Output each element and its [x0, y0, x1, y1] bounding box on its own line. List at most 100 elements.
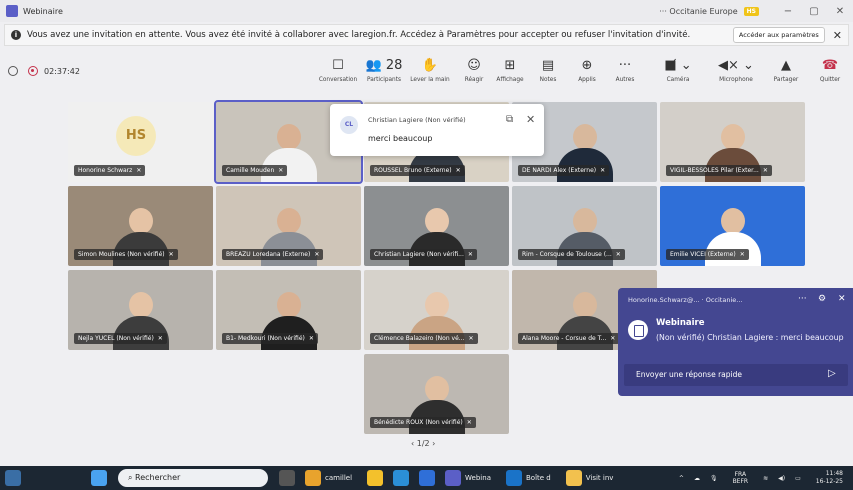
participants-button[interactable]: 👥 28 Participants [362, 58, 406, 83]
chat-message: merci beaucoup [368, 134, 433, 143]
mic-muted-icon: ✕ [739, 251, 745, 258]
mic-muted-icon: ✕ [278, 167, 284, 174]
close-icon[interactable]: ✕ [838, 294, 846, 304]
participant-tile[interactable]: Clémence Balazeiro (Non vé... ✕ [364, 270, 509, 350]
cloud-icon[interactable]: ☁ [694, 475, 700, 482]
mic-muted-icon: ✕ [615, 251, 621, 258]
notes-button[interactable]: ▤ Notes [526, 58, 570, 83]
participant-tile[interactable]: Christian Lagiere (Non vérifi... ✕ [364, 186, 509, 266]
participant-head [720, 124, 745, 150]
participant-name: Nejla YUCEL (Non vérifié) ✕ [74, 333, 167, 344]
participant-avatar: HS [116, 116, 156, 156]
clock[interactable]: 11:48 16-12-25 [811, 470, 848, 486]
mic-muted-icon: ✕ [762, 167, 768, 174]
participant-name: Rim - Corsque de Toulouse (... ✕ [518, 249, 625, 260]
camera-button[interactable]: ■̸ ⌄ Caméra [656, 58, 700, 83]
participant-tile[interactable]: VIGIL-BESSOLES Pilar (Exter... ✕ [660, 102, 805, 182]
participant-tile[interactable]: BREAZU Loredana (Externe) ✕ [216, 186, 361, 266]
participant-head [128, 292, 153, 318]
windows-toast-notification[interactable]: Honorine.Schwarz@... · Occitanie... ··· … [618, 288, 853, 396]
gallery-pager[interactable]: ‹ 1/2 › [411, 439, 435, 448]
participant-head [276, 124, 301, 150]
participant-tile[interactable]: Bénédicte ROUX (Non vérifié) ✕ [364, 354, 509, 434]
meeting-toolbar: 02:37:42 ☐ Conversation 👥 28 Participants … [0, 52, 853, 96]
pop-out-icon[interactable]: ⧉ [506, 114, 513, 125]
banner-close-icon[interactable]: ✕ [833, 29, 842, 42]
quick-reply-input[interactable]: Envoyer une réponse rapide [624, 364, 848, 386]
teams-window: Webinaire ··· Occitanie Europe HS − ▢ ✕ … [0, 0, 853, 466]
participant-name: Christian Lagiere (Non vérifi... ✕ [370, 249, 477, 260]
microphone-button[interactable]: ◀× ⌄ Microphone [714, 58, 758, 83]
participant-tile[interactable]: Simon Moulines (Non vérifié) ✕ [68, 186, 213, 266]
close-window-button[interactable]: ✕ [827, 6, 853, 17]
profile-avatar[interactable]: HS [743, 6, 759, 16]
meeting-info-icon[interactable] [8, 66, 18, 76]
participant-head [276, 208, 301, 234]
participant-name: Camille Mouden ✕ [222, 165, 288, 176]
taskbar-app-outlook[interactable]: Boîte d [501, 470, 551, 486]
participant-name: BREAZU Loredana (Externe) ✕ [222, 249, 324, 260]
app-l-icon[interactable] [419, 470, 436, 486]
participant-name: Emilie VICEI (Externe) ✕ [666, 249, 749, 260]
participant-head [128, 208, 153, 234]
more-button[interactable]: ··· Autres [603, 58, 647, 83]
close-icon[interactable]: ✕ [526, 113, 535, 126]
recording-icon [28, 66, 38, 76]
toast-body: (Non vérifié) Christian Lagiere : merci … [656, 333, 844, 342]
gear-icon[interactable]: ⚙ [818, 294, 826, 304]
mic-icon[interactable]: 🎙 [710, 475, 718, 482]
participant-tile[interactable]: Rim - Corsque de Toulouse (... ✕ [512, 186, 657, 266]
input-language[interactable]: FRA [735, 471, 746, 478]
participant-head [572, 124, 597, 150]
participant-tile[interactable]: HS Honorine Schwarz ✕ [68, 102, 213, 182]
share-button[interactable]: ▲ Partager [764, 58, 808, 83]
participant-tile[interactable]: Nejla YUCEL (Non vérifié) ✕ [68, 270, 213, 350]
window-title: Webinaire [23, 6, 63, 16]
minimize-button[interactable]: − [775, 6, 801, 17]
system-tray: ^ ☁ 🎙 FRA BEFR ≋ ◀) ▭ 11:48 16-12-25 [674, 470, 853, 486]
file-explorer-icon[interactable] [367, 470, 384, 486]
mic-muted-icon: ✕ [136, 167, 142, 174]
webinar-icon [628, 320, 648, 340]
chevron-up-icon[interactable]: ^ [679, 475, 684, 482]
mic-muted-icon: ✕ [157, 335, 163, 342]
chat-button[interactable]: ☐ Conversation [316, 58, 360, 83]
send-icon[interactable]: ▷ [828, 368, 836, 379]
participant-head [424, 376, 449, 402]
windows-start-icon[interactable] [91, 470, 107, 486]
task-view-icon[interactable] [279, 470, 295, 486]
taskbar-search[interactable]: ⌕ Rechercher [118, 469, 268, 487]
taskbar-app-mail[interactable]: Visit inv [561, 470, 613, 486]
widgets-icon[interactable] [5, 470, 21, 486]
leave-button[interactable]: ☎ Quitter [808, 58, 852, 83]
people-icon: 👥 28 [365, 58, 403, 73]
mail-icon [565, 470, 582, 486]
chrome-icon [305, 470, 321, 486]
participant-name: B1- Medkouri (Non vérifié) ✕ [222, 333, 318, 344]
volume-icon[interactable]: ◀) [778, 475, 785, 482]
raise-hand-button[interactable]: ✋ Lever la main [408, 58, 452, 83]
participant-tile[interactable]: B1- Medkouri (Non vérifié) ✕ [216, 270, 361, 350]
mic-muted-icon: ✕ [308, 335, 314, 342]
taskbar-app-chrome[interactable]: camillel [300, 470, 352, 486]
invitation-banner: i Vous avez une invitation en attente. V… [4, 24, 849, 46]
edge-icon[interactable] [393, 470, 410, 486]
battery-icon[interactable]: ▭ [795, 475, 801, 482]
participant-name: ROUSSEL Bruno (Externe) ✕ [370, 165, 465, 176]
participant-tile[interactable]: Emilie VICEI (Externe) ✕ [660, 186, 805, 266]
chat-notification-popup[interactable]: CL Christian Lagiere (Non vérifié) merci… [330, 104, 544, 156]
mic-muted-icon: ✕ [610, 335, 616, 342]
open-settings-button[interactable]: Accéder aux paramètres [732, 27, 825, 43]
more-icon[interactable]: ··· [798, 294, 807, 304]
taskbar-app-teams[interactable]: Webina [440, 470, 491, 486]
organization-switcher[interactable]: ··· Occitanie Europe [659, 7, 737, 16]
wifi-icon[interactable]: ≋ [763, 475, 768, 482]
participant-head [276, 292, 301, 318]
teams-icon [445, 470, 462, 486]
hand-icon: ✋ [421, 58, 439, 73]
keyboard-layout[interactable]: BEFR [733, 478, 749, 485]
participant-head [572, 292, 597, 318]
title-bar: Webinaire ··· Occitanie Europe HS − ▢ ✕ [0, 0, 853, 22]
mic-muted-icon: ✕ [168, 251, 174, 258]
maximize-button[interactable]: ▢ [801, 6, 827, 17]
